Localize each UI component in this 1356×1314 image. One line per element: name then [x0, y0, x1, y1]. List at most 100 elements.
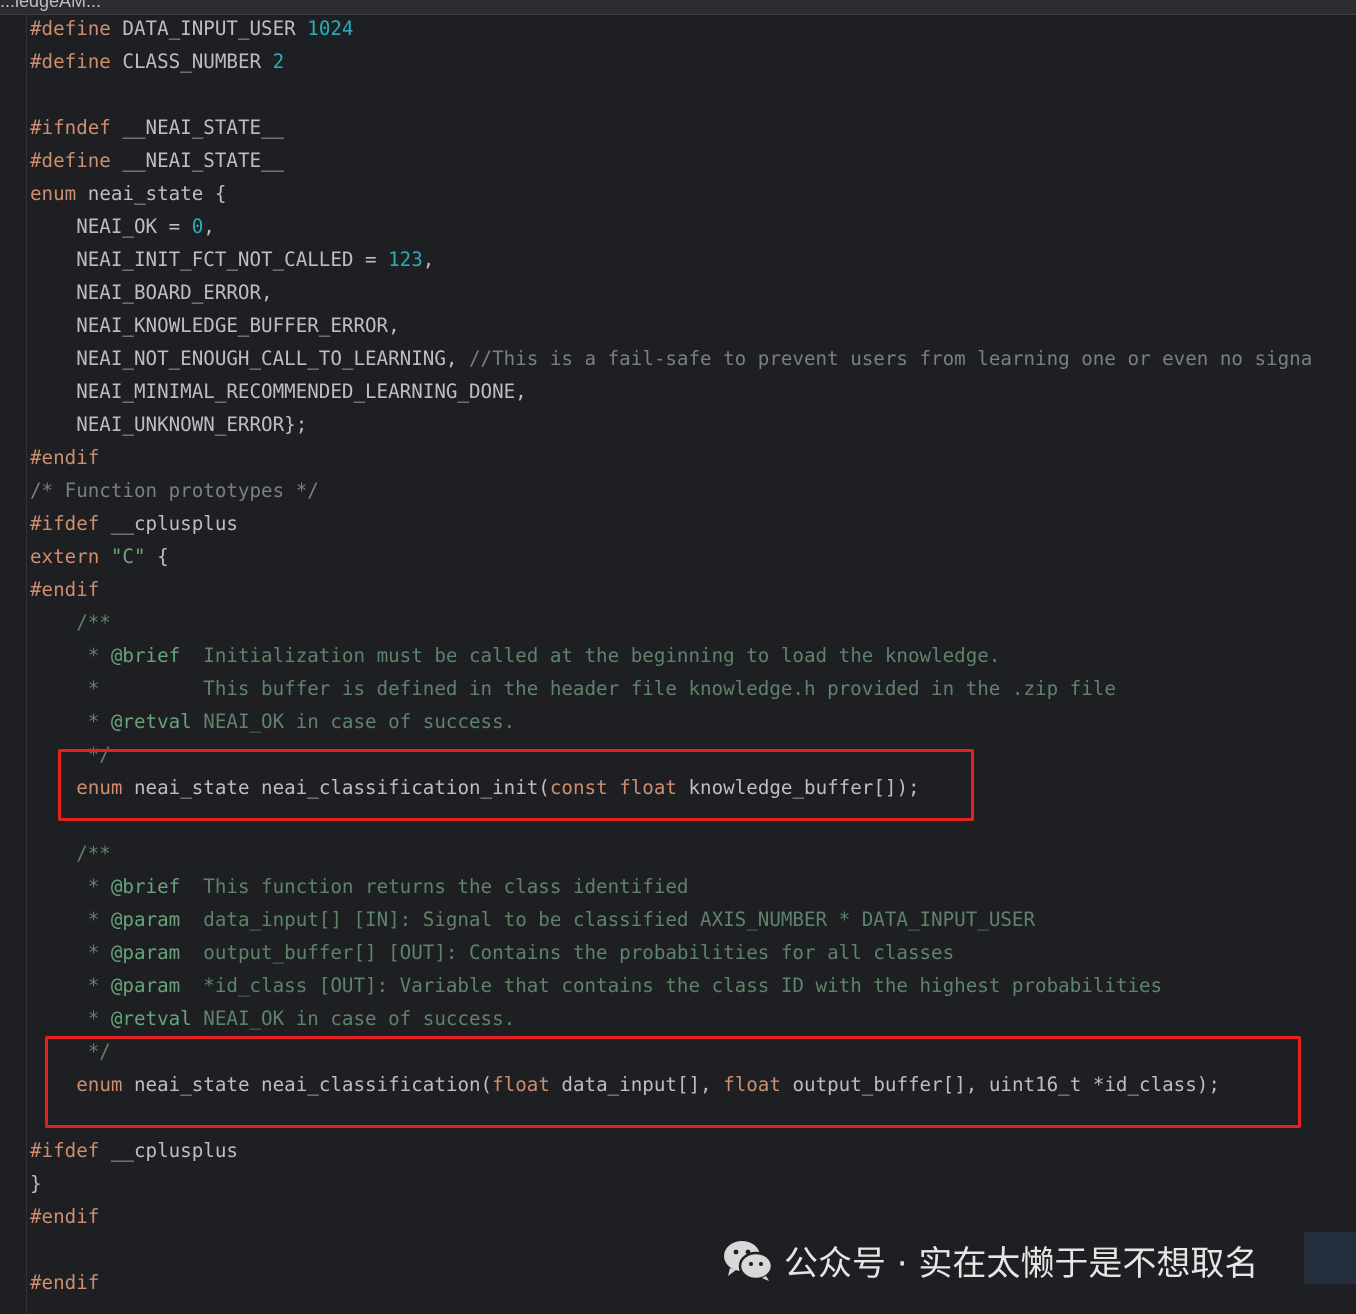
code-token: enum	[30, 182, 77, 205]
code-token: #endif	[30, 578, 100, 601]
highlight-box-init-function	[58, 749, 974, 821]
watermark: 公众号 · 实在太懒于是不想取名	[722, 1236, 1258, 1284]
code-token: }	[30, 1172, 42, 1195]
highlight-box-classification-function	[45, 1036, 1301, 1128]
code-line[interactable]: /**	[30, 606, 1356, 639]
code-line[interactable]: * @param *id_class [OUT]: Variable that …	[30, 969, 1356, 1002]
code-line[interactable]: * @brief Initialization must be called a…	[30, 639, 1356, 672]
code-token: #define	[30, 17, 111, 40]
code-line[interactable]: #define CLASS_NUMBER 2	[30, 45, 1356, 78]
code-line[interactable]: /* Function prototypes */	[30, 474, 1356, 507]
code-token: #endif	[30, 446, 100, 469]
code-token: DATA_INPUT_USER	[110, 17, 308, 40]
code-line[interactable]: * This buffer is defined in the header f…	[30, 672, 1356, 705]
code-token: #define	[30, 149, 111, 172]
code-token: /**	[30, 611, 111, 634]
code-line[interactable]: NEAI_UNKNOWN_ERROR};	[30, 408, 1356, 441]
code-line[interactable]: * @brief This function returns the class…	[30, 870, 1356, 903]
code-token: /* Function prototypes */	[30, 479, 319, 502]
code-token: ,	[203, 215, 215, 238]
code-line[interactable]: #define DATA_INPUT_USER 1024	[30, 12, 1356, 45]
editor-gutter	[0, 15, 27, 1314]
code-token: NEAI_OK in case of success.	[191, 710, 516, 733]
code-token: This function returns the class identifi…	[180, 875, 689, 898]
code-line[interactable]: * @param output_buffer[] [OUT]: Contains…	[30, 936, 1356, 969]
code-token: #ifndef	[30, 116, 111, 139]
code-line[interactable]: NEAI_OK = 0,	[30, 210, 1356, 243]
code-line[interactable]: #define __NEAI_STATE__	[30, 144, 1356, 177]
code-token: 123	[388, 248, 423, 271]
code-line[interactable]: extern "C" {	[30, 540, 1356, 573]
code-token: __cplusplus	[99, 1139, 238, 1162]
code-token: NEAI_OK in case of success.	[191, 1007, 516, 1030]
code-token: *	[30, 644, 111, 667]
code-token: *	[30, 710, 111, 733]
code-token: NEAI_BOARD_ERROR,	[30, 281, 273, 304]
wechat-icon	[724, 1241, 774, 1281]
code-token: output_buffer[] [OUT]: Contains the prob…	[180, 941, 955, 964]
code-token: *	[30, 941, 111, 964]
code-token: ,	[422, 248, 435, 271]
code-line[interactable]: * @param data_input[] [IN]: Signal to be…	[30, 903, 1356, 936]
code-token: __cplusplus	[99, 512, 238, 535]
corner-overlay	[1304, 1232, 1356, 1284]
code-token: @retval	[110, 710, 192, 733]
code-line[interactable]	[30, 78, 1356, 111]
code-token: neai_state {	[76, 182, 227, 205]
code-token: NEAI_NOT_ENOUGH_CALL_TO_LEARNING,	[30, 347, 469, 370]
code-line[interactable]: enum neai_state {	[30, 177, 1356, 210]
code-line[interactable]: NEAI_BOARD_ERROR,	[30, 276, 1356, 309]
watermark-text: 公众号 · 实在太懒于是不想取名	[784, 1243, 1259, 1284]
code-line[interactable]: NEAI_INIT_FCT_NOT_CALLED = 123,	[30, 243, 1356, 276]
code-token: #ifdef	[30, 1139, 100, 1162]
code-token: CLASS_NUMBER	[110, 50, 273, 73]
code-line[interactable]: }	[30, 1167, 1356, 1200]
code-token: @param	[110, 908, 181, 931]
code-token: 0	[191, 215, 204, 238]
code-token: #define	[30, 50, 111, 73]
code-token: * This buffer is defined in the header f…	[30, 677, 1116, 700]
code-token: 2	[272, 50, 285, 73]
code-token: NEAI_UNKNOWN_ERROR};	[30, 413, 308, 436]
code-line[interactable]: #endif	[30, 1200, 1356, 1233]
code-token: Initialization must be called at the beg…	[180, 644, 1001, 667]
code-token: NEAI_KNOWLEDGE_BUFFER_ERROR,	[30, 314, 400, 337]
code-line[interactable]: /**	[30, 837, 1356, 870]
code-line[interactable]: #ifndef __NEAI_STATE__	[30, 111, 1356, 144]
code-line[interactable]: NEAI_NOT_ENOUGH_CALL_TO_LEARNING, //This…	[30, 342, 1356, 375]
code-line[interactable]: * @retval NEAI_OK in case of success.	[30, 1002, 1356, 1035]
code-token: *	[30, 974, 111, 997]
code-token: *id_class [OUT]: Variable that contains …	[180, 974, 1163, 997]
code-line[interactable]: #endif	[30, 441, 1356, 474]
code-token: //This is a fail-safe to prevent users f…	[468, 347, 1313, 370]
file-tab-label[interactable]: ...ledgeAM...	[0, 0, 101, 12]
code-token: /**	[30, 842, 111, 865]
code-line[interactable]: #endif	[30, 573, 1356, 606]
code-token: NEAI_MINIMAL_RECOMMENDED_LEARNING_DONE,	[30, 380, 527, 403]
code-token: @param	[110, 974, 181, 997]
code-token: #endif	[30, 1205, 100, 1228]
code-line[interactable]: NEAI_KNOWLEDGE_BUFFER_ERROR,	[30, 309, 1356, 342]
code-token: @brief	[110, 875, 181, 898]
code-line[interactable]: #ifdef __cplusplus	[30, 1134, 1356, 1167]
code-token: #ifdef	[30, 512, 100, 535]
code-token: @param	[110, 941, 181, 964]
code-line[interactable]: #ifdef __cplusplus	[30, 507, 1356, 540]
code-token: #endif	[30, 1271, 100, 1294]
code-token: "C"	[110, 545, 146, 568]
code-token: NEAI_INIT_FCT_NOT_CALLED =	[30, 248, 389, 271]
code-token: __NEAI_STATE__	[110, 149, 285, 172]
code-token: data_input[] [IN]: Signal to be classifi…	[180, 908, 1036, 931]
code-line[interactable]: * @retval NEAI_OK in case of success.	[30, 705, 1356, 738]
code-token: 1024	[307, 17, 354, 40]
code-line[interactable]: NEAI_MINIMAL_RECOMMENDED_LEARNING_DONE,	[30, 375, 1356, 408]
code-token: *	[30, 1007, 111, 1030]
code-token: *	[30, 875, 111, 898]
code-token: {	[145, 545, 169, 568]
code-token: *	[30, 908, 111, 931]
code-token: __NEAI_STATE__	[110, 116, 285, 139]
code-token: extern	[30, 545, 100, 568]
code-token: NEAI_OK =	[30, 215, 192, 238]
code-token: @brief	[110, 644, 181, 667]
